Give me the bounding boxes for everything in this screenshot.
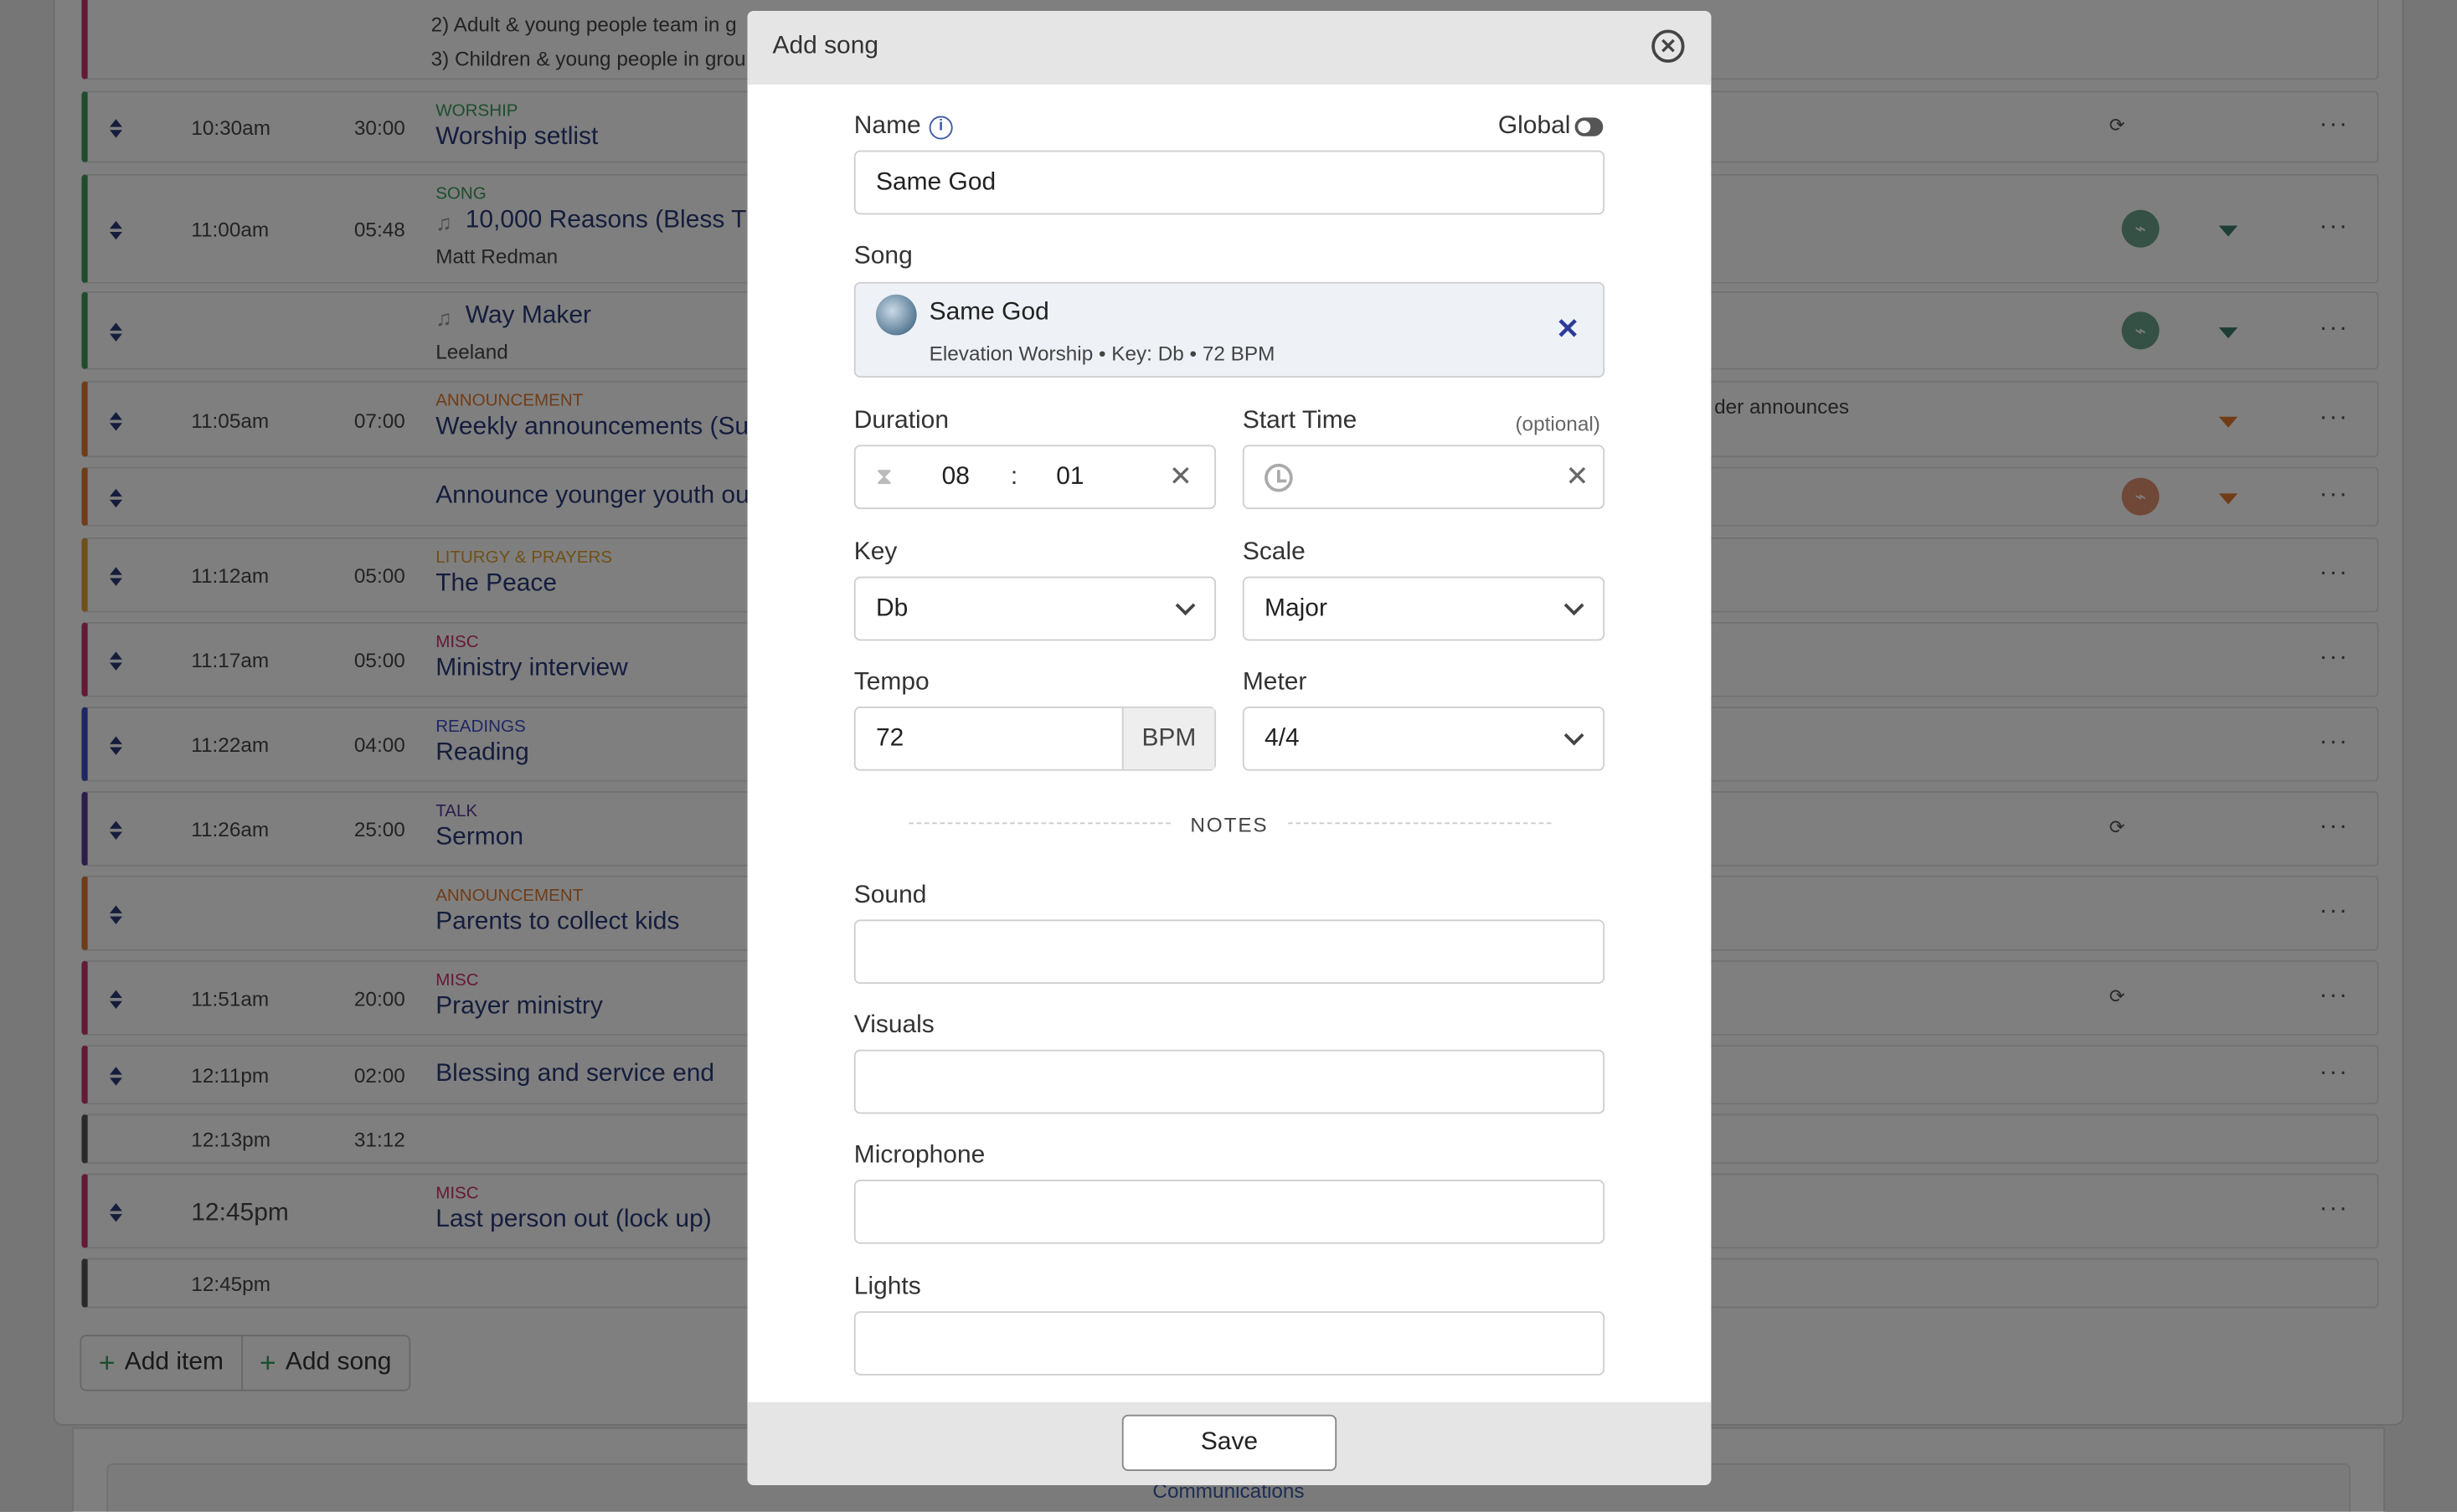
- global-toggle[interactable]: [1574, 117, 1604, 136]
- microphone-input[interactable]: [853, 1180, 1605, 1244]
- hourglass-icon: ⧗: [876, 463, 893, 491]
- duration-minutes[interactable]: 08: [942, 464, 970, 492]
- key-label: Key: [853, 538, 898, 566]
- tempo-value: 72: [876, 725, 904, 753]
- duration-label: Duration: [853, 407, 949, 435]
- key-value: Db: [876, 595, 909, 622]
- divider: [909, 822, 1171, 825]
- song-meta: Elevation Worship • Key: Db • 72 BPM: [929, 341, 1275, 365]
- close-icon[interactable]: ✕: [1651, 29, 1685, 63]
- save-button[interactable]: Save: [1121, 1414, 1337, 1472]
- scale-select[interactable]: Major: [1242, 576, 1605, 641]
- visuals-label: Visuals: [853, 1011, 935, 1039]
- clear-start-time-icon[interactable]: ✕: [1565, 460, 1589, 493]
- scale-value: Major: [1265, 595, 1327, 622]
- lights-input[interactable]: [853, 1311, 1605, 1376]
- selected-song[interactable]: Same God Elevation Worship • Key: Db • 7…: [853, 281, 1605, 378]
- song-artwork: [876, 294, 917, 336]
- name-value: Same God: [876, 169, 997, 196]
- key-select[interactable]: Db: [853, 576, 1217, 641]
- modal-header: Add song ✕: [747, 11, 1712, 85]
- remove-song-icon[interactable]: ✕: [1556, 313, 1579, 346]
- duration-seconds[interactable]: 01: [1056, 464, 1084, 492]
- clear-duration-icon[interactable]: ✕: [1169, 460, 1192, 493]
- scale-label: Scale: [1242, 538, 1306, 566]
- duration-input[interactable]: ⧗ 08 : 01 ✕: [853, 445, 1217, 510]
- add-song-modal: Add song ✕ Name i Global Same God Song S…: [747, 11, 1712, 1485]
- divider: [1288, 822, 1552, 825]
- meter-label: Meter: [1242, 669, 1307, 696]
- info-icon[interactable]: i: [929, 116, 953, 140]
- clock-icon: [1265, 463, 1293, 492]
- chevron-down-icon: [1563, 725, 1584, 746]
- sound-label: Sound: [853, 882, 927, 909]
- meter-value: 4/4: [1265, 725, 1300, 753]
- sound-input[interactable]: [853, 919, 1605, 985]
- song-name: Same God: [929, 299, 1049, 327]
- chevron-down-icon: [1563, 595, 1584, 616]
- tempo-unit: BPM: [1121, 707, 1215, 769]
- notes-divider-label: NOTES: [1190, 813, 1269, 837]
- modal-footer: Save: [747, 1401, 1712, 1485]
- global-label: Global: [1497, 112, 1571, 140]
- song-label: Song: [853, 243, 913, 270]
- lights-label: Lights: [853, 1273, 921, 1301]
- start-time-label: Start Time: [1242, 407, 1357, 435]
- microphone-label: Microphone: [853, 1142, 986, 1169]
- name-label: Name: [853, 112, 921, 140]
- name-input[interactable]: Same God: [853, 150, 1605, 215]
- modal-title: Add song: [772, 33, 879, 60]
- optional-hint: (optional): [1515, 412, 1600, 436]
- tempo-label: Tempo: [853, 669, 930, 696]
- chevron-down-icon: [1175, 595, 1196, 616]
- meter-select[interactable]: 4/4: [1242, 706, 1605, 771]
- tempo-input[interactable]: 72 BPM: [853, 706, 1217, 771]
- start-time-input[interactable]: ✕: [1242, 445, 1605, 510]
- duration-separator: :: [1010, 463, 1018, 491]
- visuals-input[interactable]: [853, 1049, 1605, 1114]
